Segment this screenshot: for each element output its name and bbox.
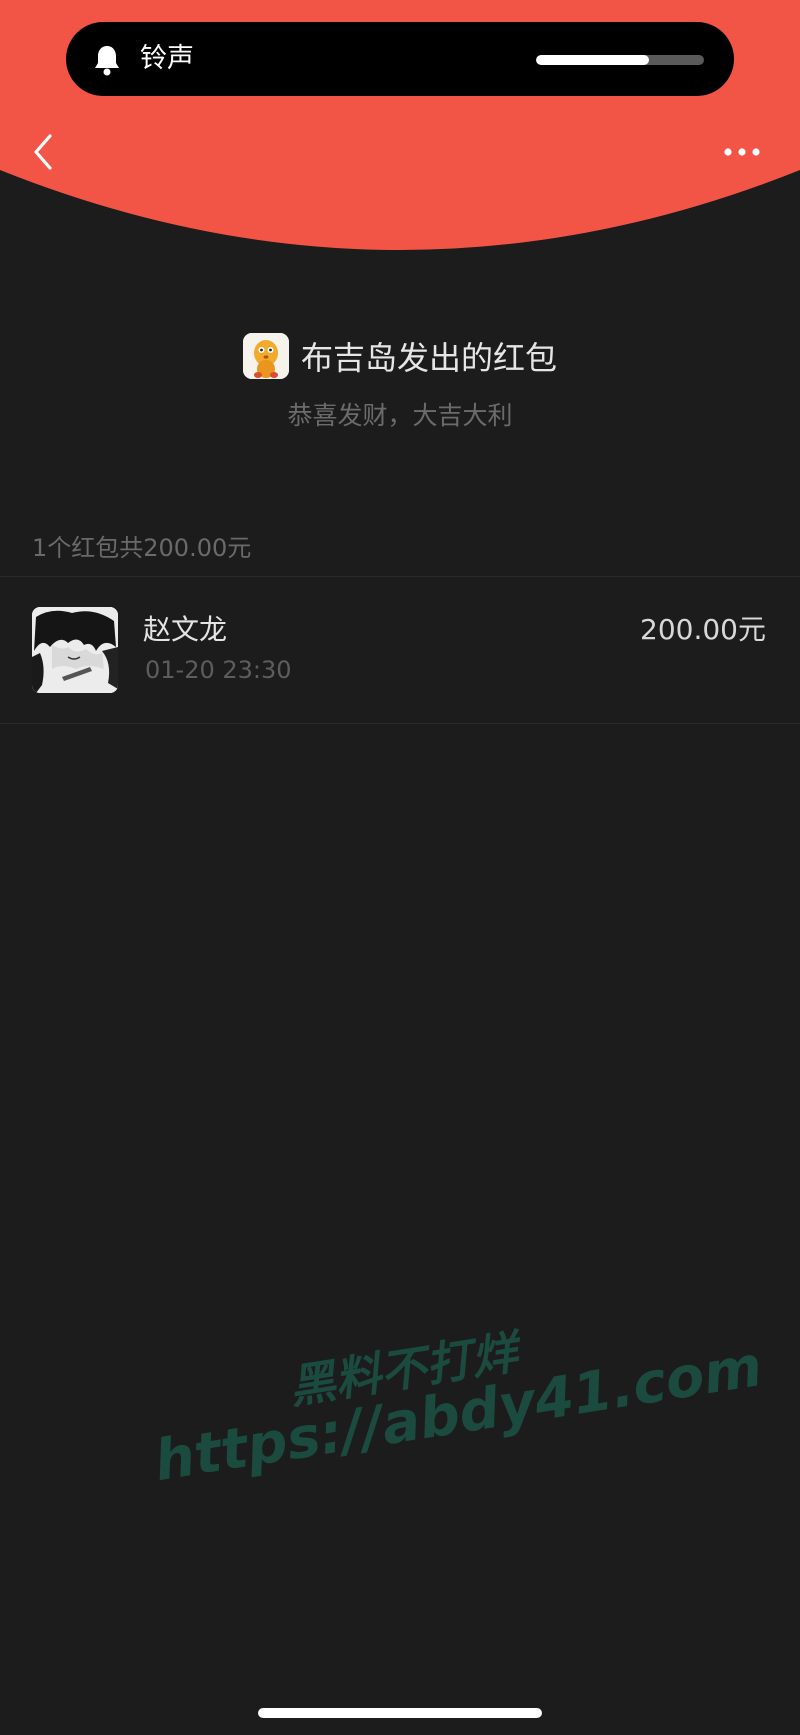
recipient-time: 01-20 23:30: [145, 656, 292, 684]
ringer-volume-fill: [536, 55, 649, 65]
recipient-amount: 200.00元: [640, 613, 766, 646]
avatar[interactable]: [32, 607, 118, 693]
recipient-name: 赵文龙: [143, 613, 228, 646]
ringer-label: 铃声: [140, 43, 194, 74]
list-item[interactable]: 赵文龙 01-20 23:30 200.00元: [0, 577, 800, 723]
back-button[interactable]: [26, 130, 62, 174]
divider: [0, 723, 800, 724]
packet-summary: 1个红包共200.00元: [32, 534, 252, 562]
watermark-url: https://abdy41.com: [150, 1333, 767, 1495]
watermark-text: 黑料不打烊: [285, 1324, 522, 1415]
ringer-banner: 铃声: [66, 22, 734, 96]
bell-icon: [95, 46, 119, 76]
sender-title: 布吉岛发出的红包: [300, 339, 557, 377]
sender-avatar[interactable]: [242, 333, 289, 379]
more-dots-icon: [724, 148, 760, 156]
ringer-volume-slider[interactable]: [536, 55, 704, 65]
home-indicator[interactable]: [258, 1708, 542, 1718]
red-packet-detail-page: 铃声 布吉岛发出的红包 恭喜发财，大吉大利 1个红包共200.00元 赵文龙 0…: [0, 0, 800, 1735]
greeting-text: 恭喜发财，大吉大利: [287, 401, 513, 430]
sender-row: 布吉岛发出的红包: [0, 330, 800, 382]
chevron-left-icon: [34, 134, 52, 170]
more-button[interactable]: [718, 136, 766, 168]
